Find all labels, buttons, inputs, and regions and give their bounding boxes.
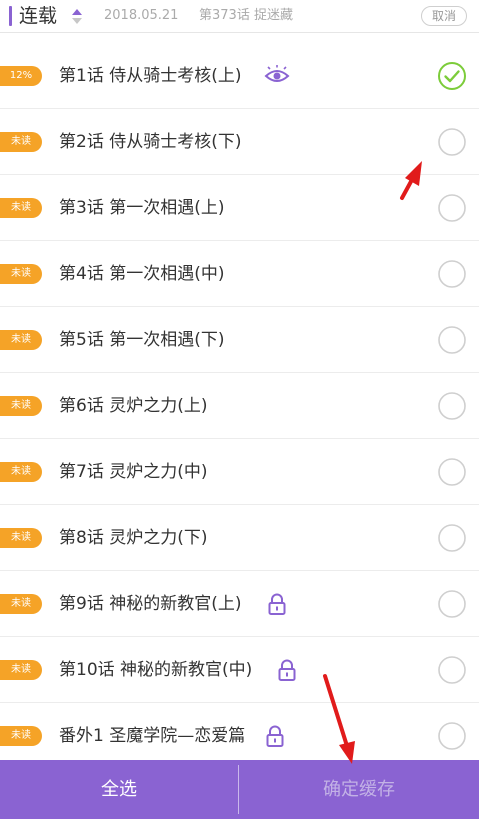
chapter-row[interactable]: 未读 第9话 神秘的新教官(上) (0, 571, 479, 637)
lock-icon (268, 593, 286, 615)
chapter-title: 第6话 灵炉之力(上) (59, 396, 208, 416)
chapter-row[interactable]: 未读 第3话 第一次相遇(上) (0, 175, 479, 241)
checked-circle-icon[interactable] (437, 61, 467, 91)
update-date: 2018.05.21 (104, 8, 179, 23)
lock-icon (278, 659, 295, 681)
accent-bar (9, 6, 12, 26)
read-status-badge: 未读 (0, 396, 42, 416)
chapter-row[interactable]: 未读 第7话 灵炉之力(中) (0, 439, 479, 505)
select-all-button[interactable]: 全选 (0, 760, 238, 819)
read-status-badge: 未读 (0, 528, 42, 548)
eye-icon (264, 65, 290, 82)
read-status-badge: 未读 (0, 660, 42, 680)
chapter-row[interactable]: 未读 第6话 灵炉之力(上) (0, 373, 479, 439)
chapter-row[interactable]: 未读 第4话 第一次相遇(中) (0, 241, 479, 307)
unchecked-circle-icon[interactable] (437, 325, 467, 355)
read-status-badge: 12% (0, 66, 42, 86)
header-bar: 连载 2018.05.21 第373话 捉迷藏 取消 (0, 0, 479, 33)
unchecked-circle-icon[interactable] (437, 193, 467, 223)
unchecked-circle-icon[interactable] (437, 721, 467, 751)
chapter-title: 第7话 灵炉之力(中) (59, 462, 208, 482)
latest-chapter: 第373话 捉迷藏 (199, 8, 293, 23)
chapter-list: 12% 第1话 侍从骑士考核(上) 未读 第2话 侍从骑士考核(下) 未读 第3话 第一次… (0, 43, 479, 769)
chapter-row[interactable]: 未读 第5话 第一次相遇(下) (0, 307, 479, 373)
read-status-badge: 未读 (0, 198, 42, 218)
confirm-cache-button[interactable]: 确定缓存 (239, 760, 479, 819)
chapter-title: 第8话 灵炉之力(下) (59, 528, 208, 548)
chapter-title: 第3话 第一次相遇(上) (59, 198, 225, 218)
chapter-row[interactable]: 未读 第2话 侍从骑士考核(下) (0, 109, 479, 175)
read-status-badge: 未读 (0, 330, 42, 350)
chapter-title: 第2话 侍从骑士考核(下) (59, 132, 242, 152)
unchecked-circle-icon[interactable] (437, 457, 467, 487)
chapter-title: 第10话 神秘的新教官(中) (59, 660, 253, 680)
bottom-action-bar: 全选 确定缓存 (0, 760, 479, 819)
read-status-badge: 未读 (0, 462, 42, 482)
page-title: 连载 (19, 5, 58, 27)
chapter-title: 第5话 第一次相遇(下) (59, 330, 225, 350)
chapter-title: 番外1 圣魔学院—恋爱篇 (59, 726, 246, 746)
read-status-badge: 未读 (0, 132, 42, 152)
chapter-row[interactable]: 12% 第1话 侍从骑士考核(上) (0, 43, 479, 109)
chapter-row[interactable]: 未读 第8话 灵炉之力(下) (0, 505, 479, 571)
chapter-title: 第9话 神秘的新教官(上) (59, 594, 242, 614)
lock-icon (266, 725, 284, 747)
read-status-badge: 未读 (0, 594, 42, 614)
chapter-title: 第4话 第一次相遇(中) (59, 264, 225, 284)
unchecked-circle-icon[interactable] (437, 589, 467, 619)
unchecked-circle-icon[interactable] (437, 391, 467, 421)
unchecked-circle-icon[interactable] (437, 259, 467, 289)
cancel-button[interactable]: 取消 (421, 6, 467, 26)
read-status-badge: 未读 (0, 264, 42, 284)
chapter-title: 第1话 侍从骑士考核(上) (59, 66, 242, 86)
sort-icon[interactable] (71, 8, 83, 26)
unchecked-circle-icon[interactable] (437, 655, 467, 685)
chapter-row[interactable]: 未读 第10话 神秘的新教官(中) (0, 637, 479, 703)
unchecked-circle-icon[interactable] (437, 127, 467, 157)
unchecked-circle-icon[interactable] (437, 523, 467, 553)
read-status-badge: 未读 (0, 726, 42, 746)
